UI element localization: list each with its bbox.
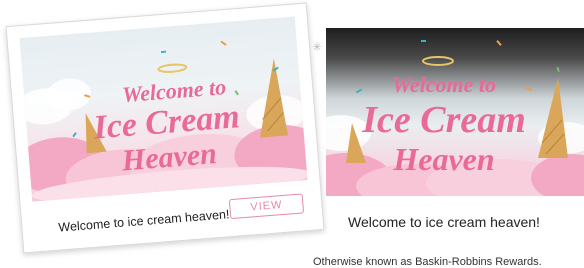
headline-line-1: Welcome to bbox=[392, 72, 496, 97]
hero-banner: Welcome to Ice Cream Heaven bbox=[326, 28, 584, 196]
card-caption: Welcome to ice cream heaven! bbox=[57, 207, 230, 235]
headline-line-3: Heaven bbox=[392, 141, 494, 177]
headline-graphic-large: Welcome to Ice Cream Heaven bbox=[361, 72, 526, 177]
headline-graphic: Welcome to Ice Cream Heaven bbox=[91, 74, 241, 177]
headline-line-2: Ice Cream bbox=[91, 98, 241, 146]
view-button[interactable]: VIEW bbox=[228, 193, 305, 220]
headline-line-2: Ice Cream bbox=[361, 99, 526, 141]
banner-subcaption: Otherwise known as Baskin-Robbins Reward… bbox=[313, 256, 542, 268]
promo-card-image: Welcome to Ice Cream Heaven bbox=[19, 16, 308, 202]
headline-line-3: Heaven bbox=[120, 137, 218, 177]
sparkle-icon: ✳ bbox=[312, 40, 323, 54]
promo-card[interactable]: Welcome to Ice Cream Heaven Welcome to i… bbox=[5, 2, 325, 254]
banner-caption: Welcome to ice cream heaven! bbox=[348, 214, 540, 230]
